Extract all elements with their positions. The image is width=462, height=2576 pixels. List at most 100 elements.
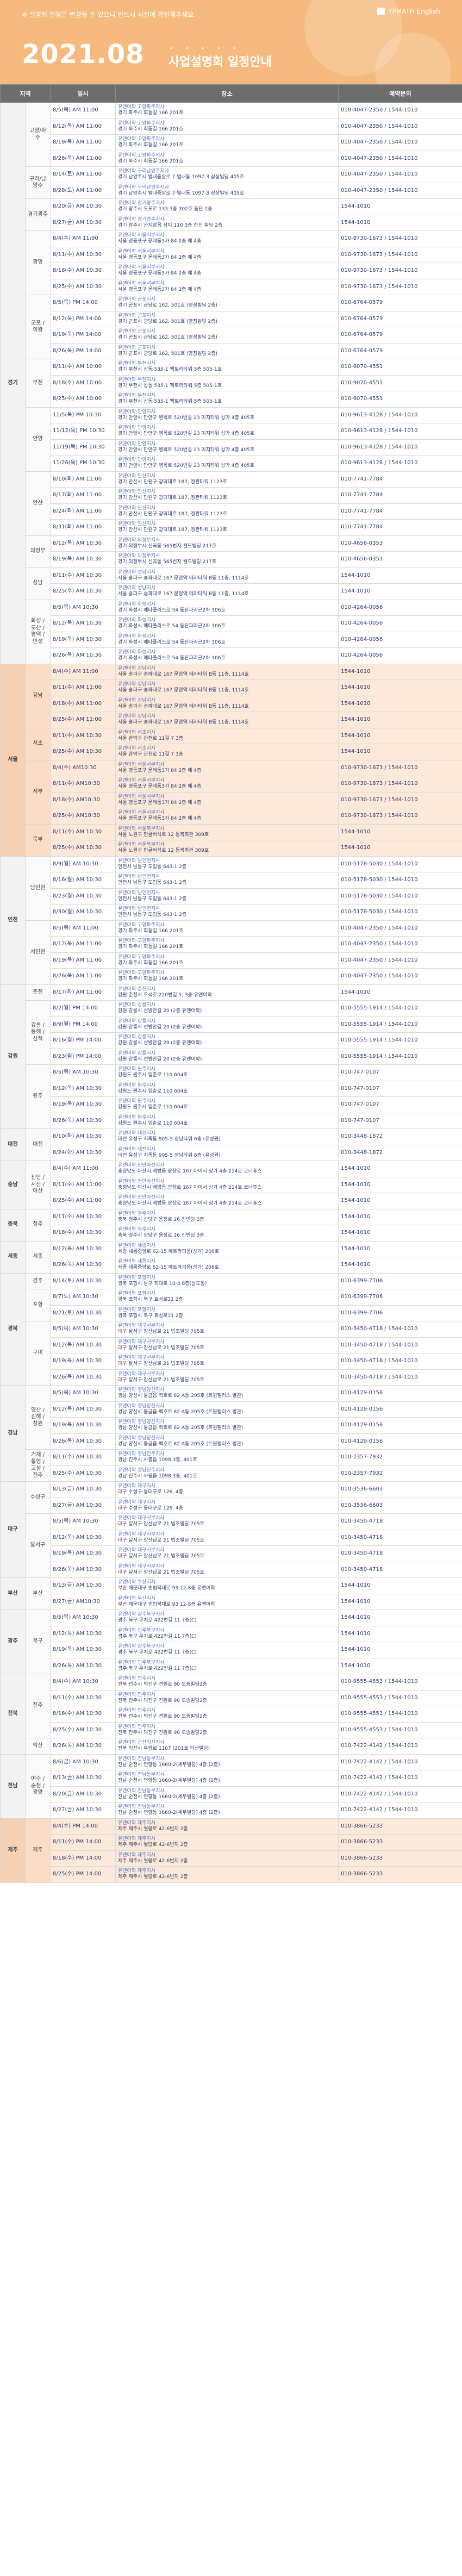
branch-name: 유앤어학 서울서부지사 xyxy=(118,762,165,768)
table-row: 8/12(목) AM 10:30 유앤어학 대구서부지사 대구 달서구 장산남로 2… xyxy=(1,1529,462,1546)
place-cell: 유앤어학 성남지사 서울 송파구 송파대로 167 문정역 테라타워 B동 11층… xyxy=(115,583,339,600)
phone-cell: 1544-1010 xyxy=(338,663,462,680)
branch-name: 유앤어학 군포지사 xyxy=(118,329,156,334)
table-row: 구미 8/5(목) AM 10:30 유앤어학 대구서부지사 대구 달서구 장산남로 … xyxy=(1,1321,462,1386)
date-cell: 8/26(목) AM 10:30 xyxy=(50,1433,116,1450)
table-row: 8/16(월) PM 14:00 유앤어학 강릉지사 강원 강릉시 선방안길 20 … xyxy=(1,1032,462,1049)
phone-cell: 010-6764-0579 xyxy=(338,342,462,359)
phone-cell: 010-9555-4553 / 1544-1010 xyxy=(338,1689,462,1706)
branch-name: 유앤어학 청주지사 xyxy=(118,1211,156,1217)
page-header: ※ 설명회 일정은 변경될 수 있으니 반드시 사전에 확인해주세요. YPMA… xyxy=(0,0,462,84)
branch-name: 유앤어학 서울서부지사 xyxy=(118,248,165,254)
place-cell: 유앤어학 안양지사 경기 안양시 만안구 병목로 520번길 23 이지타워 상가… xyxy=(115,439,339,456)
table-header-row: 지역 일시 장소 예약문의 xyxy=(0,84,462,103)
branch-name: 유앤어학 경기광주지사 xyxy=(118,201,165,206)
place-cell: 유앤어학 부산지사 부산 해운대구 센텀북대로 93 12-8층 유앤어학 xyxy=(115,1577,339,1594)
branch-name: 유앤어학 서울서부지사 xyxy=(118,280,165,286)
phone-cell: 010-9730-1673 / 1544-1010 xyxy=(338,808,462,825)
branch-address: 대구 달서구 장산남로 21 법조빌딩 705호 xyxy=(118,1537,204,1543)
place-cell: 유앤어학 의정부지사 경기 의정부시 신곡동 565번지 월드빌딩 217호 xyxy=(115,535,339,552)
branch-name: 유앤어학 대구서부지사 xyxy=(118,1548,165,1553)
phone-cell: 010-5178-5030 / 1544-1010 xyxy=(338,904,462,921)
place-cell: 유앤어학 원주지사 강원도 원주시 입춘로 110 604호 xyxy=(115,1064,339,1081)
branch-name: 유앤어학 구리남양주지사 xyxy=(118,184,169,190)
phone-cell: 1544-1010 xyxy=(338,727,462,744)
table-row: 8/20(금) AM 10:30 유앤어학 전남동부지사 전남 순천시 연향동 16… xyxy=(1,1786,462,1802)
phone-cell: 010-4264-0056 xyxy=(338,599,462,616)
branch-address: 제주 제주시 월랑로 42-6번지 2층 xyxy=(118,1826,188,1832)
branch-address: 경기 의정부시 신곡동 565번지 월드빌딩 217호 xyxy=(118,543,217,549)
date-cell: 8/11(수) AM 11:00 xyxy=(50,1176,116,1193)
branch-address: 강원 강릉시 선방안길 20 (2층 유앤어학) xyxy=(118,1040,202,1046)
branch-name: 유앤어학 부천지사 xyxy=(118,361,156,366)
table-row: 8/27(금) AM 10:30 유앤어학 전남동부지사 전남 순천시 연향동 16… xyxy=(1,1802,462,1819)
phone-cell: 010-6764-0579 xyxy=(338,310,462,327)
phone-cell: 010-9730-1673 / 1544-1010 xyxy=(338,230,462,247)
date-cell: 8/24(화) AM 11:00 xyxy=(50,503,116,520)
table-row: 8/26(목) AM 10:30 유앤어학 경남양산지사 경남 양산시 물금읍 백호… xyxy=(1,1433,462,1450)
branch-name: 유앤어학 경남진주지사 xyxy=(118,1467,165,1473)
table-row: 구리/남양주 8/14(토) AM 11:00 유앤어학 구리남양주지사 경기 남양주… xyxy=(1,166,462,199)
place-cell: 유앤어학 서울북부지사 서울 노원구 한글비석로 12 동북회관 309호 xyxy=(115,824,339,840)
branch-address: 서울 관악구 관천로 11길 7 3층 xyxy=(118,735,184,741)
phone-cell: 010-4129-0156 xyxy=(338,1401,462,1418)
region-cell: 대구 xyxy=(0,1481,26,1578)
branch-name: 유앤어학 전주지사 xyxy=(118,1692,156,1698)
date-cell: 8/6(금) AM 10:30 xyxy=(50,1754,116,1770)
branch-address: 서울 송파구 송파대로 167 문정역 테라타워 B동 11층, 1114호 xyxy=(118,720,249,726)
region-cell: 대전 xyxy=(0,1128,26,1161)
branch-name: 유앤어학 제주지사 xyxy=(118,1820,156,1826)
phone-cell: 010-747-0107 xyxy=(338,1112,462,1129)
branch-address: 경기 부천시 상동 535-1 팩토리타워 5층 505-1호 xyxy=(118,383,222,389)
table-row: 8/12(목) AM 11:00 유앤어학 고양파주지사 경기 파주시 회동길 16… xyxy=(1,118,462,135)
phone-cell: 1544-1010 xyxy=(338,984,462,1001)
table-row: 8/26(목) AM 11:00 유앤어학 고양파주지사 경기 파주시 회동길 16… xyxy=(1,968,462,985)
branch-address: 대구 달서구 장산남로 21 법조빌딩 705호 xyxy=(118,1569,204,1575)
date-cell: 8/19(목) AM 11:00 xyxy=(50,952,116,969)
phone-cell: 010-5178-5030 / 1544-1010 xyxy=(338,888,462,905)
subregion-cell: 북구 xyxy=(25,1610,51,1674)
date-cell: 8/11(수) AM 10:30 xyxy=(50,824,116,840)
phone-cell: 010-6399-7706 xyxy=(338,1273,462,1289)
place-cell: 유앤어학 천안아산지사 충청남도 아산시 배방읍 광장로 167 아이서 상가 4… xyxy=(115,1176,339,1193)
branch-address: 광주 북구 우치로 422번길 11 7층(C) xyxy=(118,1650,197,1656)
branch-address: 인천시 남동구 도림동 643-1 2층 xyxy=(118,896,187,902)
table-row: 11/12(목) PM 10:30 유앤어학 안양지사 경기 안양시 만안구 병목로… xyxy=(1,423,462,440)
date-cell: 8/12(목) AM 10:30 xyxy=(50,1529,116,1546)
phone-cell: 010-3866-5233 xyxy=(338,1818,462,1835)
phone-cell: 010-9730-1673 / 1544-1010 xyxy=(338,263,462,279)
col-header-region: 지역 xyxy=(0,84,51,103)
phone-cell: 010-9613-4128 / 1544-1010 xyxy=(338,407,462,423)
branch-name: 유앤어학 대구서부지사 xyxy=(118,1371,165,1377)
subregion-cell: 강남 xyxy=(25,663,51,728)
place-cell: 유앤어학 전남동부지사 전남 순천시 연향동 1660-2(세무빌딩) 4층 (2… xyxy=(115,1754,339,1770)
place-cell: 유앤어학 대전지사 대전 유성구 지족동 905-5 영남타워 6층 (유성원) xyxy=(115,1144,339,1161)
phone-cell: 010-7741-7784 xyxy=(338,503,462,520)
branch-address: 대전 유성구 지족동 905-5 영남타워 6층 (유성원) xyxy=(118,1137,221,1143)
schedule-body: 경기 고양/파주 8/5(목) AM 11:00 유앤어학 고양파주지사 경기 파주시 … xyxy=(0,102,462,1883)
place-cell: 유앤어학 화성지사 경기 화성시 메타폴리스로 54 동탄파라곤2차 306호 xyxy=(115,599,339,616)
phone-cell: 010-4129-0156 xyxy=(338,1385,462,1402)
phone-cell: 010-3866-5233 xyxy=(338,1850,462,1867)
branch-address: 경기 안산시 단원구 광덕대로 187, 정관타워 1123호 xyxy=(118,511,227,517)
branch-name: 유앤어학 전주지사 xyxy=(118,1708,156,1713)
region-cell: 제주 xyxy=(0,1818,26,1883)
date-cell: 8/25(수) AM 10:30 xyxy=(50,840,116,857)
branch-name: 유앤어학 서초지사 xyxy=(118,746,156,751)
date-cell: 8/5(목) AM 10:30 xyxy=(50,599,116,616)
phone-cell: 010-7422-4142 / 1544-1010 xyxy=(338,1738,462,1755)
branch-name: 유앤어학 서울서부지사 xyxy=(118,794,165,800)
phone-cell: 010-5555-1914 / 1544-1010 xyxy=(338,1000,462,1017)
date-cell: 8/25(수) AM 10:30 xyxy=(50,278,116,295)
branch-address: 경기 화성시 메타폴리스로 54 동탄파라곤2차 306호 xyxy=(118,607,226,613)
branch-address: 경기 부천시 상동 535-1 팩토리타워 5층 505-1호 xyxy=(118,399,222,405)
branch-name: 유앤어학 고양파주지사 xyxy=(118,970,165,976)
place-cell: 유앤어학 군포지사 경기 군포시 금당로 162, 501호 (영창빌딩 2층) xyxy=(115,295,339,311)
date-cell: 8/25(수) AM10:30 xyxy=(50,808,116,825)
branch-name: 유앤어학 원주지사 xyxy=(118,1114,156,1120)
place-cell: 유앤어학 경남양산지사 경남 양산시 물금읍 백호로 82 A동 205호 (트윈… xyxy=(115,1385,339,1402)
branch-name: 유앤어학 대구서부지사 xyxy=(118,1531,165,1537)
branch-name: 유앤어학 군포지사 xyxy=(118,313,156,319)
table-row: 8/12(목) AM 11:00 유앤어학 고양파주지사 경기 파주시 회동길 16… xyxy=(1,936,462,953)
subregion-cell: 춘천 xyxy=(25,984,51,1001)
